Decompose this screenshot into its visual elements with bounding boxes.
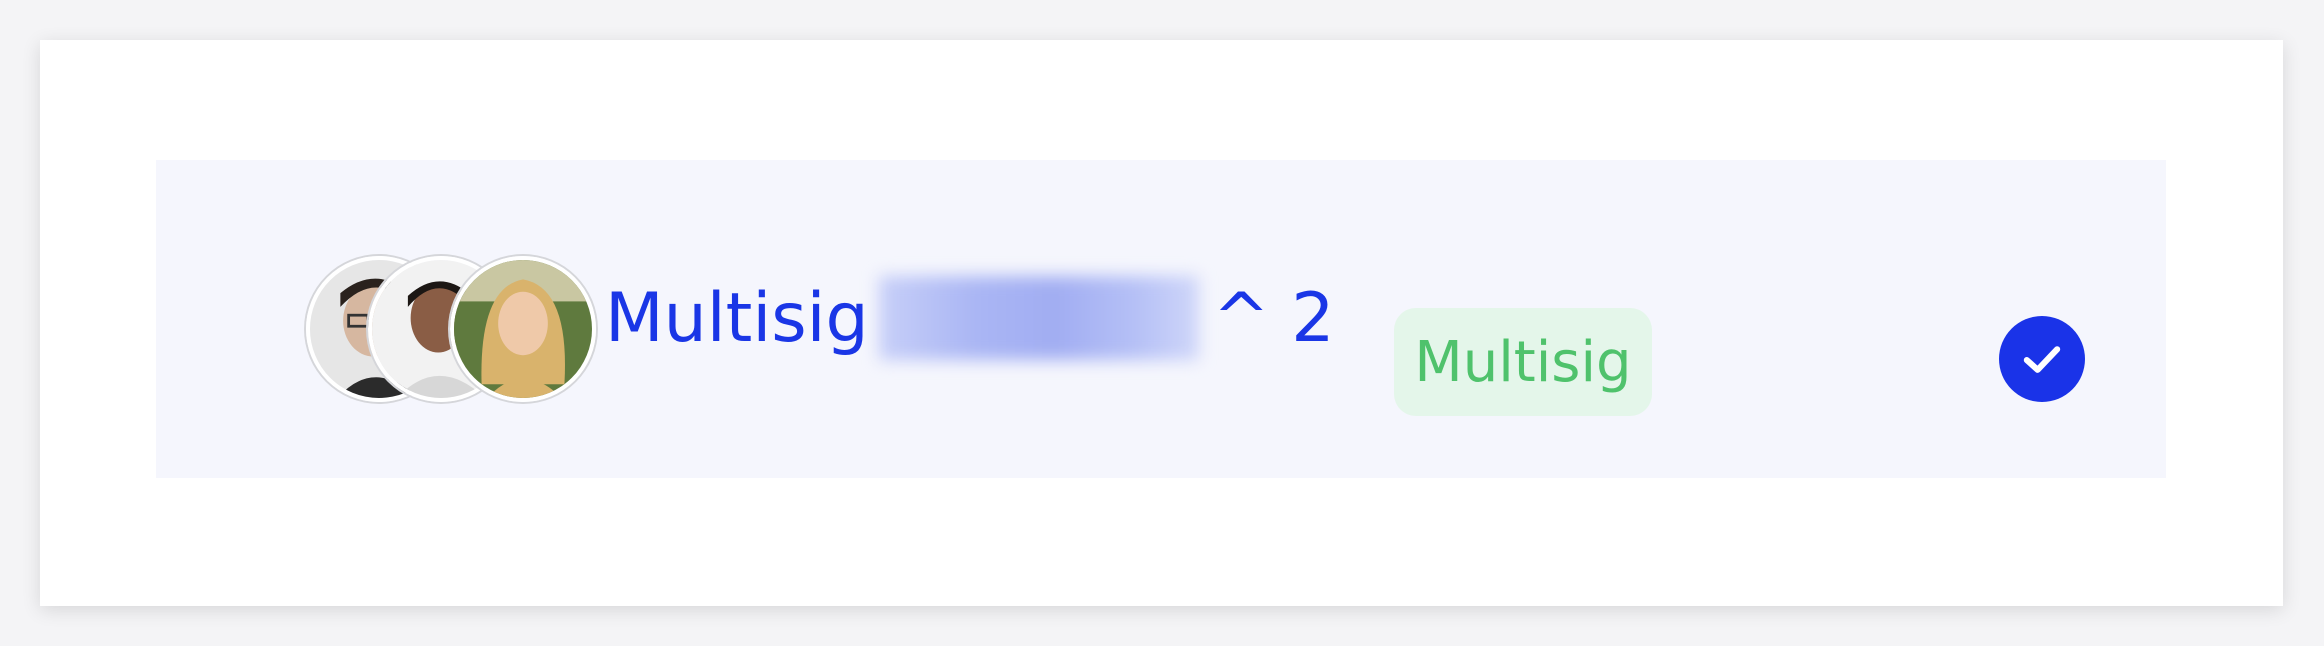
wallet-name-suffix: ^ 2 [1212,278,1335,358]
wallet-row[interactable]: Multisig ^ 2 Multisig [156,160,2166,478]
wallet-name: Multisig ^ 2 [605,276,1335,360]
wallet-name-prefix: Multisig [605,278,869,358]
check-circle-icon[interactable] [1999,316,2085,402]
wallet-card: Multisig ^ 2 Multisig [40,40,2283,606]
owner-avatars [306,256,606,416]
avatar-woman-blonde-icon [454,260,592,398]
avatar [450,256,596,402]
redacted-address [878,276,1199,360]
wallet-type-badge: Multisig [1394,308,1652,416]
